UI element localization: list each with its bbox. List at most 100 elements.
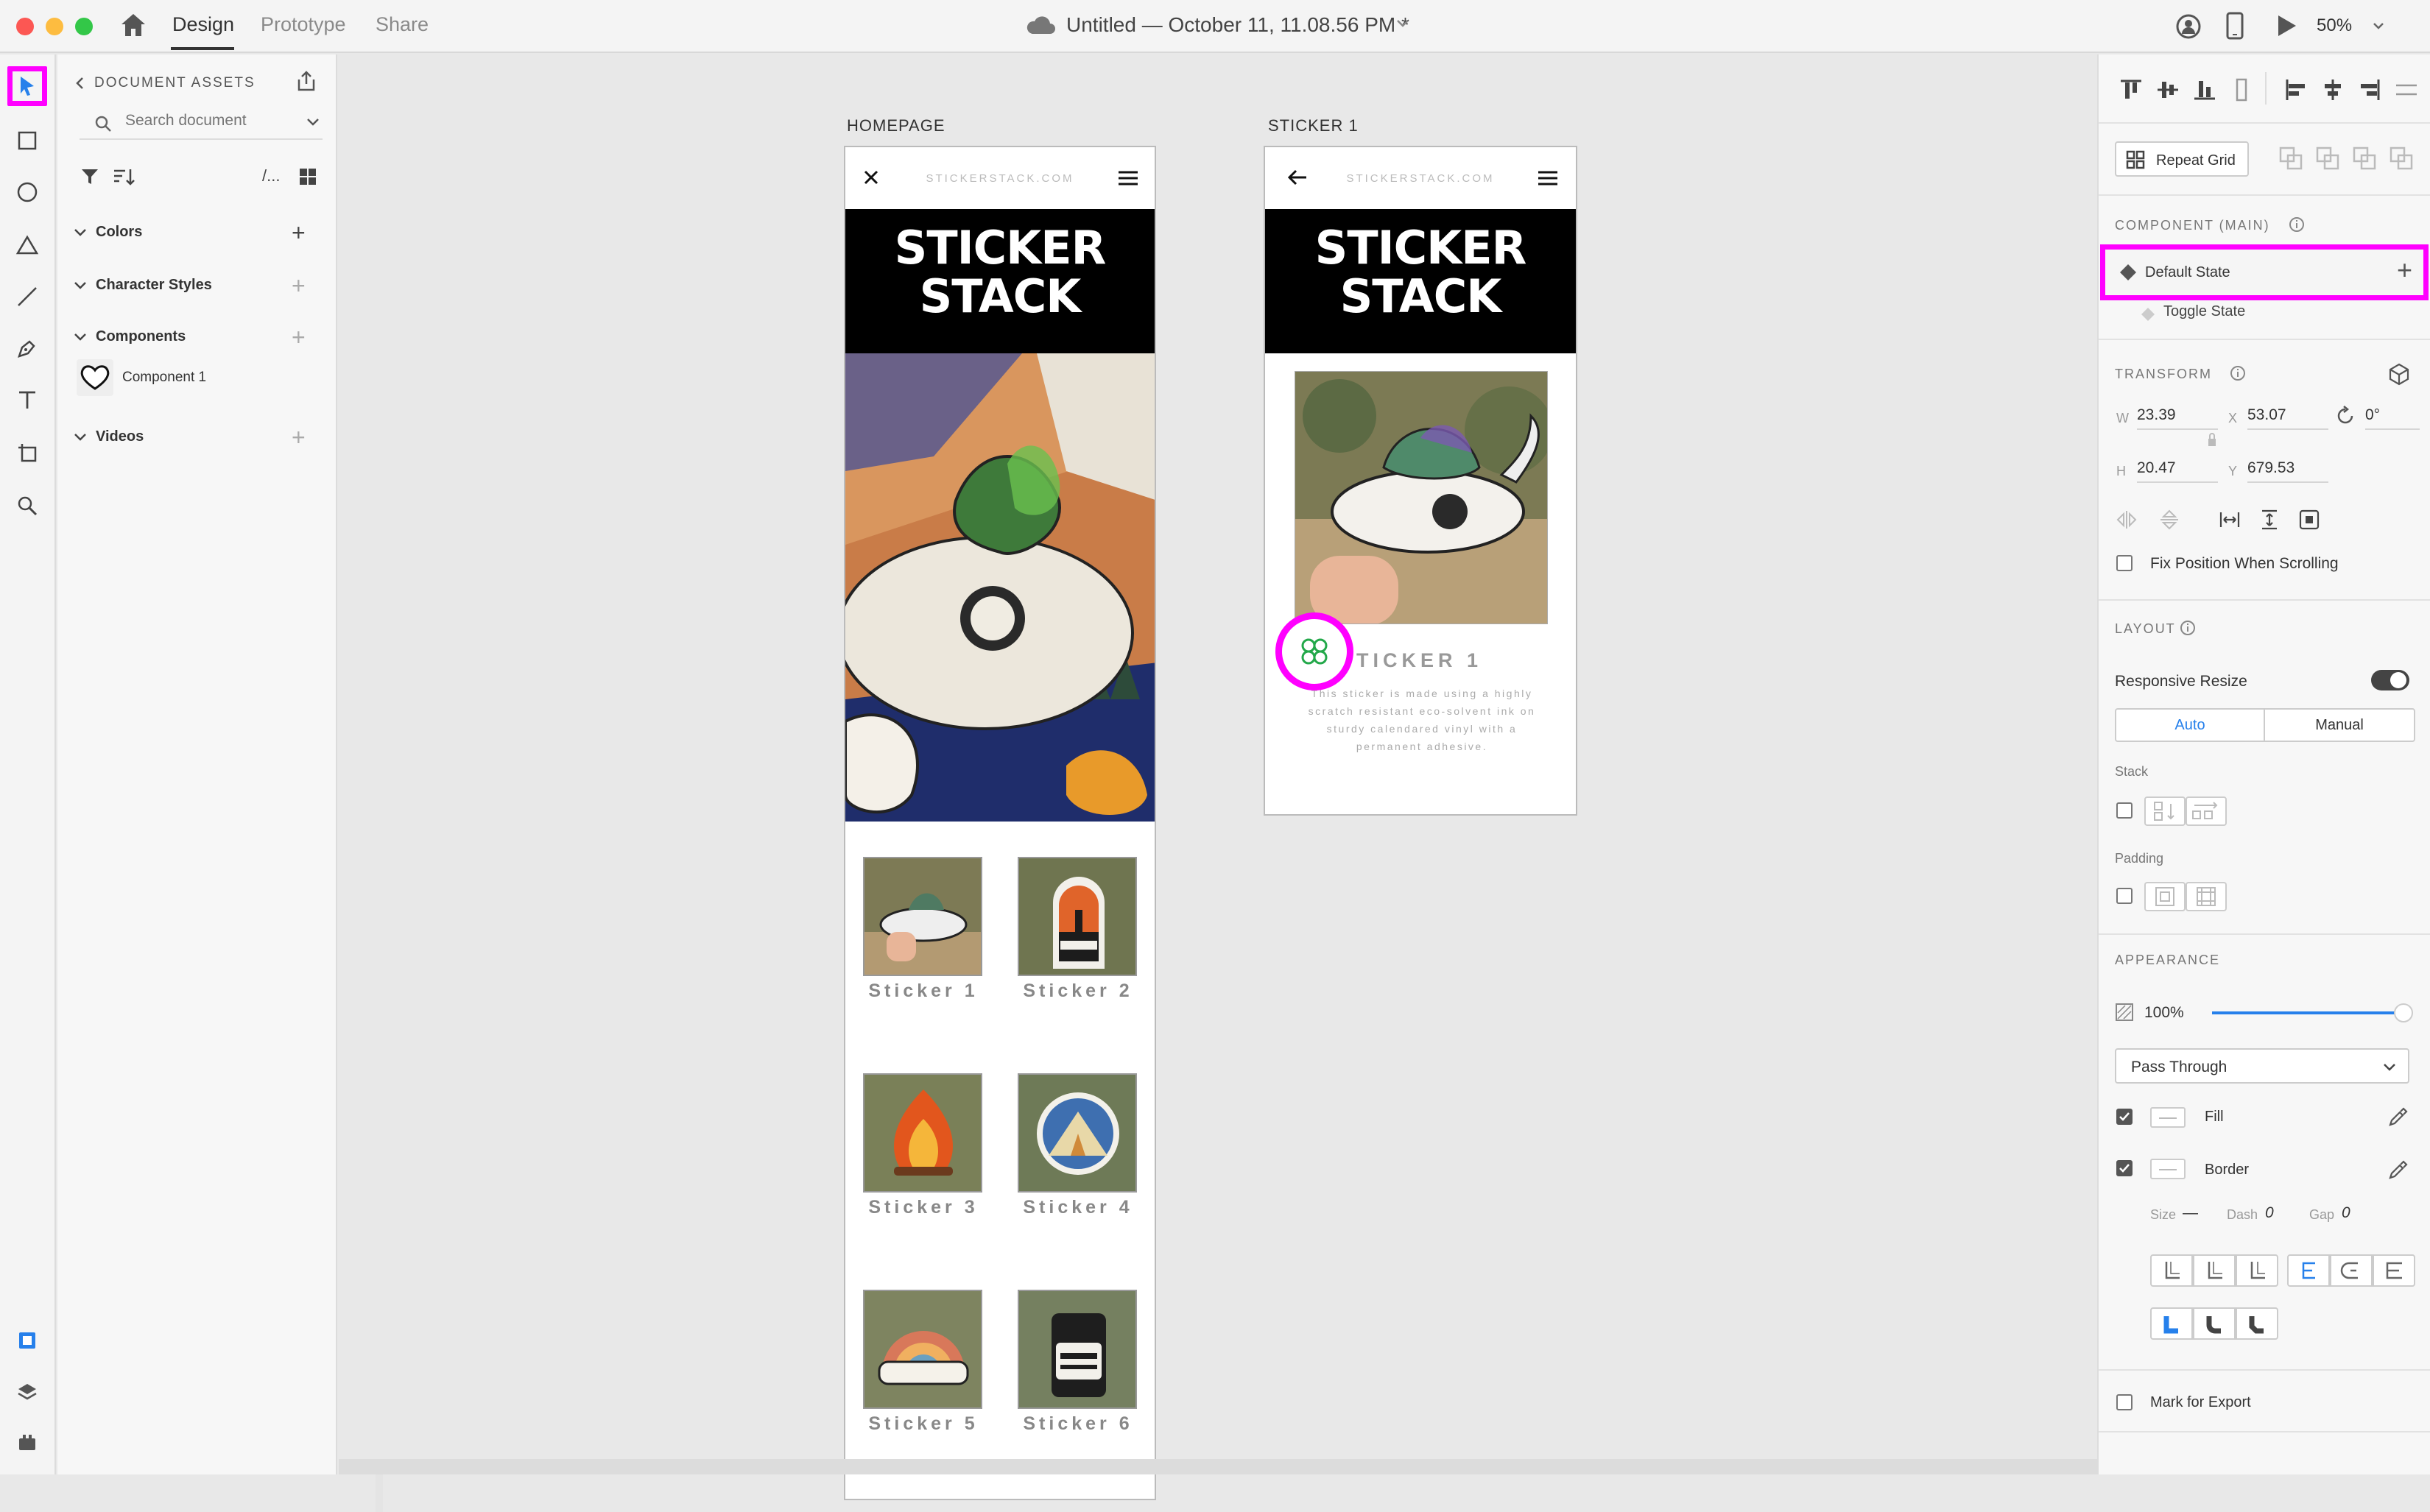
outer-stroke-icon[interactable] — [2330, 1254, 2373, 1287]
padding-checkbox[interactable] — [2116, 888, 2133, 904]
manual-button[interactable]: Manual — [2264, 708, 2415, 742]
distribute-vertical-icon[interactable] — [2228, 77, 2255, 103]
back-chevron-icon[interactable] — [75, 77, 84, 90]
lock-aspect-icon[interactable] — [2206, 430, 2218, 449]
plugins-panel-toggle[interactable] — [10, 1425, 44, 1459]
sticker-1-thumb[interactable] — [863, 857, 982, 976]
design-canvas[interactable]: HOMEPAGE STICKERSTACK.COM STICKER STACK — [339, 54, 2099, 1500]
inner-stroke-icon[interactable] — [2287, 1254, 2330, 1287]
tab-prototype[interactable]: Prototype — [261, 13, 346, 36]
repeat-grid-button[interactable]: Repeat Grid — [2115, 141, 2249, 177]
exclude-boolean-icon[interactable] — [2389, 146, 2414, 171]
assets-panel-toggle[interactable] — [10, 1324, 44, 1357]
3d-transform-icon[interactable] — [2387, 362, 2411, 386]
align-bottom-icon[interactable] — [2191, 77, 2218, 103]
info-icon[interactable] — [2180, 620, 2196, 636]
hamburger-menu-icon[interactable] — [1538, 171, 1558, 186]
sticker-3-thumb[interactable] — [863, 1073, 982, 1193]
grid-view-icon[interactable] — [297, 166, 318, 187]
responsive-resize-toggle[interactable] — [2371, 670, 2409, 690]
stack-checkbox[interactable] — [2116, 802, 2133, 819]
stack-horizontal-icon[interactable] — [2186, 796, 2227, 826]
info-icon[interactable] — [2230, 365, 2246, 381]
align-right-icon[interactable] — [2356, 77, 2383, 103]
intersect-boolean-icon[interactable] — [2352, 146, 2377, 171]
home-icon[interactable] — [119, 12, 147, 38]
zoom-level[interactable]: 50% — [2317, 15, 2352, 36]
opacity-value[interactable]: 100% — [2144, 1004, 2184, 1022]
hero-sticker-image[interactable] — [845, 353, 1155, 822]
pen-tool[interactable] — [10, 331, 44, 365]
canvas-scrollbar[interactable] — [339, 1459, 2097, 1474]
gap-value[interactable]: 0 — [2342, 1204, 2350, 1222]
character-styles-section[interactable]: Character Styles — [74, 277, 212, 294]
homepage-artboard-label[interactable]: HOMEPAGE — [847, 116, 945, 135]
sticker-4-thumb[interactable] — [1018, 1073, 1137, 1193]
fill-checkbox[interactable] — [2116, 1109, 2133, 1125]
search-document[interactable] — [80, 107, 323, 140]
sticker-3-label[interactable]: Sticker 3 — [850, 1197, 997, 1218]
add-state-icon[interactable]: + — [2397, 255, 2412, 285]
fix-position-checkbox[interactable] — [2116, 555, 2133, 571]
add-video-icon[interactable]: + — [292, 425, 306, 449]
auto-button[interactable]: Auto — [2115, 708, 2265, 742]
border-checkbox[interactable] — [2116, 1160, 2133, 1176]
component-item[interactable]: Component 1 — [74, 359, 368, 398]
play-icon[interactable] — [2275, 13, 2299, 38]
x-field[interactable]: 53.07 — [2247, 405, 2328, 430]
subtract-boolean-icon[interactable] — [2315, 146, 2340, 171]
sticker-4-label[interactable]: Sticker 4 — [1004, 1197, 1152, 1218]
artboard-tool[interactable] — [10, 436, 44, 470]
opacity-slider-thumb[interactable] — [2394, 1003, 2413, 1022]
maximize-window-button[interactable] — [75, 18, 93, 35]
share-export-icon[interactable] — [295, 69, 318, 93]
text-tool[interactable] — [10, 383, 44, 417]
align-middle-icon[interactable] — [2155, 77, 2181, 103]
zoom-tool[interactable] — [10, 489, 44, 523]
fit-height-icon[interactable] — [2258, 508, 2281, 531]
sticker1-title[interactable]: STICKER 1 — [1339, 649, 1482, 672]
height-field[interactable]: 20.47 — [2137, 458, 2218, 483]
sticker-2-label[interactable]: Sticker 2 — [1004, 981, 1152, 1002]
add-character-style-icon[interactable]: + — [292, 274, 306, 297]
zoom-chevron-icon[interactable] — [2373, 22, 2384, 29]
homepage-artboard[interactable]: STICKERSTACK.COM STICKER STACK Sticker 1… — [844, 146, 1156, 1500]
rotate-icon[interactable] — [2334, 405, 2356, 427]
document-title[interactable]: Untitled — October 11, 11.08.56 PM * — [1066, 13, 1409, 37]
add-color-icon[interactable]: + — [292, 221, 306, 244]
user-icon[interactable] — [2175, 13, 2202, 40]
flip-vertical-icon[interactable] — [2158, 508, 2181, 531]
colors-section[interactable]: Colors — [74, 224, 142, 241]
close-window-button[interactable] — [16, 18, 34, 35]
distribute-horizontal-icon[interactable] — [2393, 77, 2420, 103]
tab-share[interactable]: Share — [376, 13, 429, 36]
mobile-preview-icon[interactable] — [2225, 12, 2244, 40]
sticker1-artboard[interactable]: STICKERSTACK.COM STICKER STACK STICKER 1… — [1264, 146, 1577, 816]
line-tool[interactable] — [10, 280, 44, 314]
search-input[interactable] — [125, 112, 287, 130]
eyedropper-icon[interactable] — [2387, 1106, 2409, 1128]
round-cap-icon[interactable] — [2193, 1307, 2236, 1340]
y-field[interactable]: 679.53 — [2247, 458, 2328, 483]
flip-horizontal-icon[interactable] — [2115, 508, 2138, 531]
fit-content-icon[interactable] — [2297, 508, 2321, 531]
search-filter-chevron-icon[interactable] — [306, 118, 320, 127]
path-filter[interactable]: /... — [262, 166, 280, 186]
fit-width-icon[interactable] — [2218, 508, 2241, 531]
default-state-row[interactable]: Default State + — [2100, 244, 2429, 300]
sticker-6-thumb[interactable] — [1018, 1290, 1137, 1409]
videos-section[interactable]: Videos — [74, 428, 144, 445]
miter-join-icon[interactable] — [2150, 1254, 2193, 1287]
component-instance-highlight[interactable] — [1275, 612, 1353, 690]
sort-icon[interactable] — [112, 166, 135, 187]
sticker-5-thumb[interactable] — [863, 1290, 982, 1409]
mark-for-export-checkbox[interactable] — [2116, 1394, 2133, 1410]
components-section[interactable]: Components — [74, 328, 186, 345]
dash-value[interactable]: 0 — [2265, 1204, 2274, 1222]
sticker-2-thumb[interactable] — [1018, 857, 1137, 976]
sticker1-artboard-label[interactable]: STICKER 1 — [1268, 116, 1359, 135]
padding-uniform-icon[interactable] — [2144, 882, 2186, 911]
rectangle-tool[interactable] — [10, 124, 44, 158]
chevron-down-icon[interactable] — [1396, 19, 1409, 28]
polygon-tool[interactable] — [10, 228, 44, 262]
